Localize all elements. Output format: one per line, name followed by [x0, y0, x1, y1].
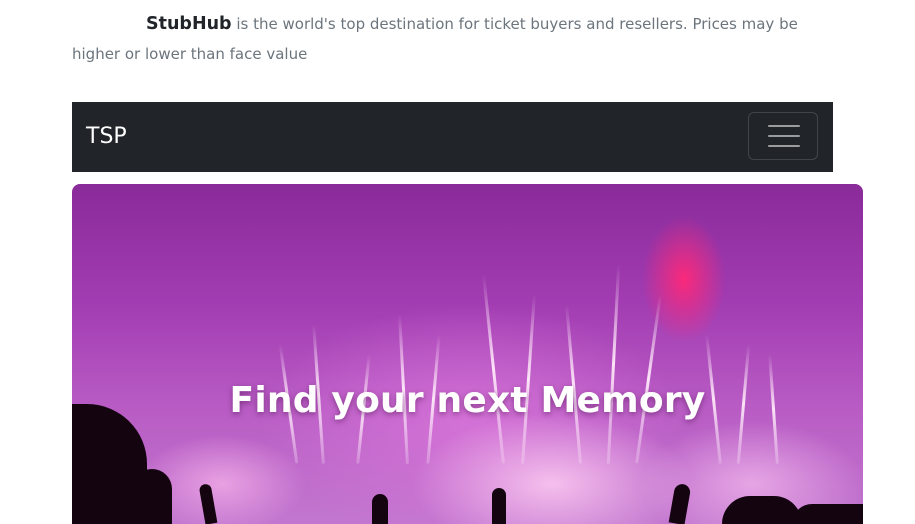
- navbar: TSP: [72, 102, 833, 172]
- navbar-brand[interactable]: TSP: [86, 122, 127, 152]
- hero-title: Find your next Memory: [229, 380, 706, 421]
- intro-brand-name: StubHub: [146, 14, 232, 34]
- hero-banner: Find your next Memory: [72, 184, 863, 524]
- navbar-toggler-button[interactable]: [748, 112, 818, 160]
- intro-paragraph: StubHub is the world's top destination f…: [72, 9, 837, 69]
